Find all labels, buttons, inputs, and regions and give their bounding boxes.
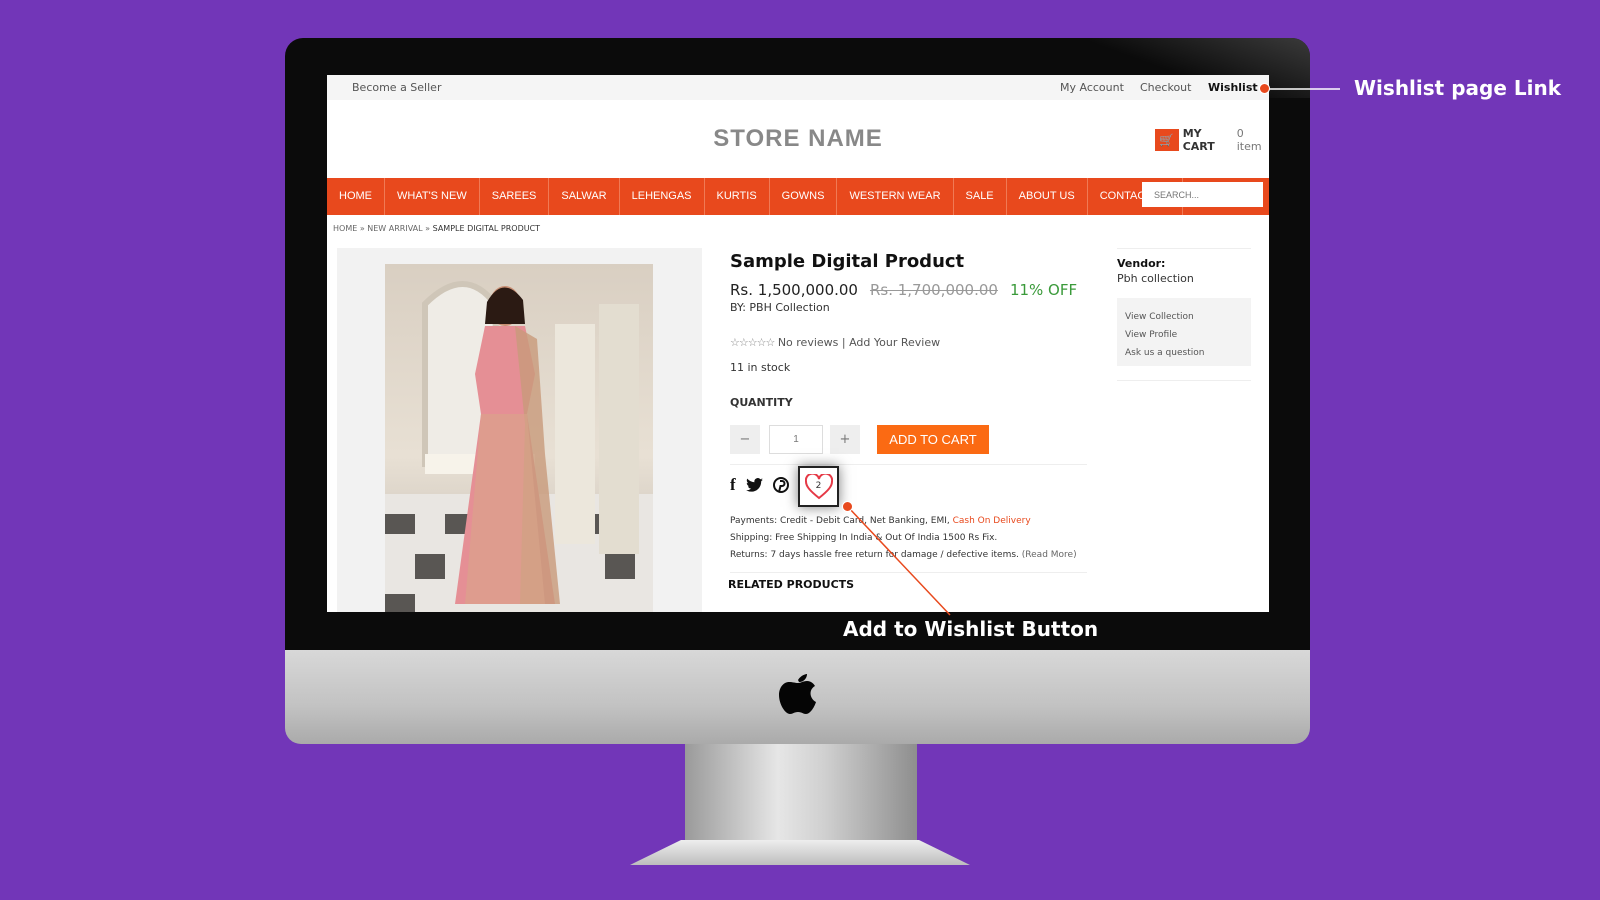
wishlist-button-annotation: Add to Wishlist Button: [843, 617, 1099, 641]
wishlist-link-annotation: Wishlist page Link: [1354, 76, 1561, 100]
annotation-lines: [847, 88, 1340, 616]
annotation-dot: [1259, 83, 1270, 94]
annotation-dot: [842, 501, 853, 512]
wishlist-button-pointer: [847, 506, 951, 616]
